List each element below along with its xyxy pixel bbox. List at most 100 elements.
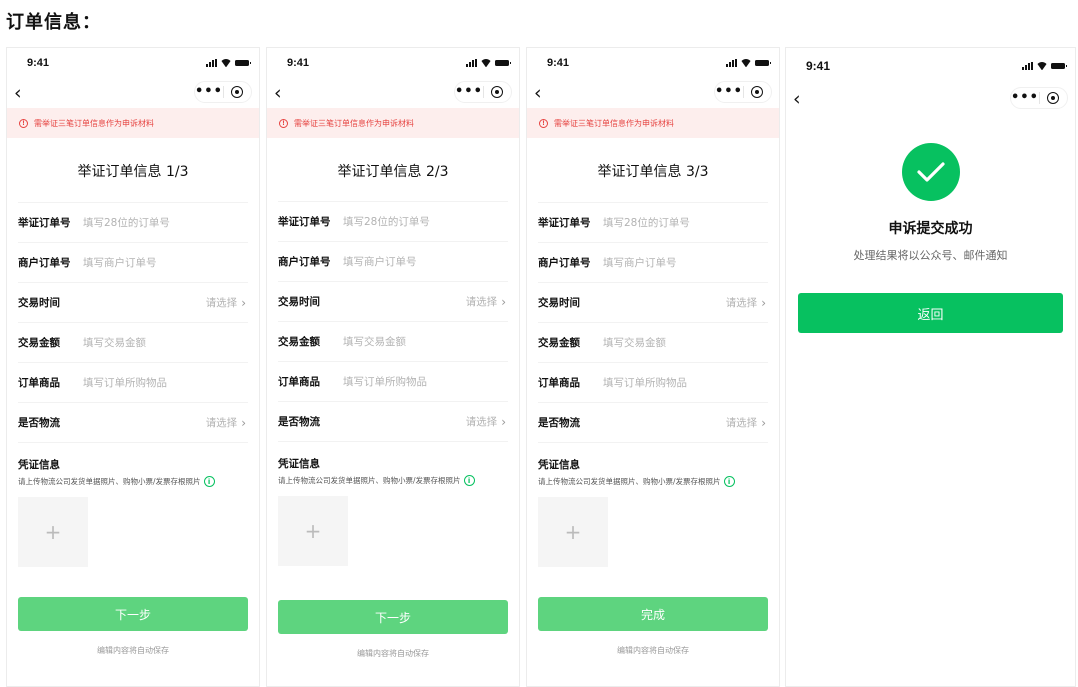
more-icon[interactable]: ••• [195,85,223,99]
field-label: 交易金额 [278,336,320,348]
info-icon[interactable]: i [723,476,735,487]
form-list: 举证订单号 填写28位的订单号 商户订单号 填写商户订单号 交易时间 请选择 › … [7,202,259,579]
text-input[interactable]: 填写交易金额 [83,335,146,350]
upload-button[interactable]: + [538,497,608,567]
field-label: 是否物流 [278,416,320,428]
form-row-select[interactable]: 是否物流 请选择 › [18,402,248,442]
battery-icon [235,60,251,66]
form-row-input: 交易金额 填写交易金额 [18,322,248,362]
notice-text: 需举证三笔订单信息作为申诉材料 [294,118,414,128]
upload-button[interactable]: + [278,496,348,566]
text-input[interactable]: 填写交易金额 [343,334,406,349]
select-trigger[interactable]: 请选择 › [466,414,506,429]
notice-banner: ! 需举证三笔订单信息作为申诉材料 [527,108,779,138]
submit-button[interactable]: 下一步 [278,600,508,634]
form-row-select[interactable]: 交易时间 请选择 › [278,281,508,321]
select-trigger[interactable]: 请选择 › [726,295,766,310]
text-input[interactable]: 填写订单所购物品 [603,375,687,390]
form-row-input: 订单商品 填写订单所购物品 [278,361,508,401]
text-input[interactable]: 填写订单所购物品 [83,375,167,390]
submit-button[interactable]: 完成 [538,597,768,631]
form-list: 举证订单号 填写28位的订单号 商户订单号 填写商户订单号 交易时间 请选择 › … [267,201,519,582]
field-label: 举证订单号 [538,217,591,229]
form-row-input: 商户订单号 填写商户订单号 [18,242,248,282]
more-icon[interactable]: ••• [1011,91,1039,105]
voucher-desc-text: 请上传物流公司发货单据照片、购物小票/发票存根照片 [18,477,201,486]
text-input[interactable]: 填写订单所购物品 [343,374,427,389]
select-trigger[interactable]: 请选择 › [726,415,766,430]
back-icon[interactable]: ‹ [274,84,282,103]
more-icon[interactable]: ••• [715,85,743,99]
select-placeholder: 请选择 [465,416,498,428]
notice-banner: ! 需举证三笔订单信息作为申诉材料 [267,108,519,138]
field-label: 商户订单号 [538,257,591,269]
text-input[interactable]: 填写28位的订单号 [83,215,170,230]
battery-icon [495,60,511,66]
select-trigger[interactable]: 请选择 › [206,415,246,430]
field-label: 举证订单号 [278,216,331,228]
voucher-section: 凭证信息 请上传物流公司发货单据照片、购物小票/发票存根照片 i + [538,442,768,579]
plus-icon: + [564,520,582,544]
warning-icon: ! [279,118,288,128]
back-icon[interactable]: ‹ [14,84,22,103]
text-input[interactable]: 填写28位的订单号 [603,215,690,230]
plus-icon: + [44,520,62,544]
status-bar: 9:41 [7,48,259,78]
form-row-input: 交易金额 填写交易金额 [538,322,768,362]
chevron-right-icon: › [501,414,506,429]
close-target-icon[interactable] [744,86,771,98]
back-icon[interactable]: ‹ [534,84,542,103]
close-target-icon[interactable] [484,86,511,98]
voucher-description: 请上传物流公司发货单据照片、购物小票/发票存根照片 i [278,475,508,486]
form-row-select[interactable]: 交易时间 请选择 › [18,282,248,322]
select-trigger[interactable]: 请选择 › [206,295,246,310]
field-label: 订单商品 [278,376,320,388]
notice-banner: ! 需举证三笔订单信息作为申诉材料 [7,108,259,138]
text-input[interactable]: 填写商户订单号 [603,255,677,270]
success-description: 处理结果将以公众号、邮件通知 [853,249,1008,262]
voucher-description: 请上传物流公司发货单据照片、购物小票/发票存根照片 i [538,476,768,487]
info-icon[interactable]: i [463,475,475,486]
status-bar: 9:41 [267,48,519,78]
close-target-icon[interactable] [224,86,251,98]
phone-success: 9:41 ‹ ••• 申诉提交成功 处理结果将以公众号、邮件通知 返回 [785,47,1076,687]
form-row-select[interactable]: 是否物流 请选择 › [278,401,508,441]
more-icon[interactable]: ••• [455,85,483,99]
text-input[interactable]: 填写28位的订单号 [343,214,430,229]
select-trigger[interactable]: 请选择 › [466,294,506,309]
capsule-menu: ••• [1010,87,1068,109]
page-title: 订单信息： [6,12,101,33]
status-bar: 9:41 [786,48,1075,84]
phone-form-2: 9:41 ‹ ••• ! 需举证三笔订单信息作为申诉材料 举证订单信息 2/3 … [266,47,520,687]
upload-button[interactable]: + [18,497,88,567]
field-label: 是否物流 [18,417,60,429]
text-input[interactable]: 填写交易金额 [603,335,666,350]
text-input[interactable]: 填写商户订单号 [343,254,417,269]
autosave-hint: 编辑内容将自动保存 [357,649,429,658]
wifi-icon [741,59,751,67]
nav-bar: ‹ ••• [7,78,259,108]
text-input[interactable]: 填写商户订单号 [83,255,157,270]
form-row-input: 举证订单号 填写28位的订单号 [18,202,248,242]
return-button[interactable]: 返回 [798,293,1063,333]
field-label: 交易时间 [18,297,60,309]
capsule-menu: ••• [194,81,252,103]
form-row-input: 举证订单号 填写28位的订单号 [278,201,508,241]
close-target-icon[interactable] [1040,92,1067,104]
form-row-input: 举证订单号 填写28位的订单号 [538,202,768,242]
notice-text: 需举证三笔订单信息作为申诉材料 [554,118,674,128]
back-icon[interactable]: ‹ [793,90,801,109]
chevron-right-icon: › [761,415,766,430]
autosave-hint: 编辑内容将自动保存 [617,646,689,655]
voucher-description: 请上传物流公司发货单据照片、购物小票/发票存根照片 i [18,476,248,487]
form-row-select[interactable]: 是否物流 请选择 › [538,402,768,442]
voucher-section: 凭证信息 请上传物流公司发货单据照片、购物小票/发票存根照片 i + [278,441,508,582]
form-row-select[interactable]: 交易时间 请选择 › [538,282,768,322]
status-time: 9:41 [547,57,570,69]
submit-button[interactable]: 下一步 [18,597,248,631]
info-icon[interactable]: i [203,476,215,487]
battery-icon [1051,63,1067,69]
form-row-input: 订单商品 填写订单所购物品 [538,362,768,402]
form-row-input: 商户订单号 填写商户订单号 [278,241,508,281]
chevron-right-icon: › [761,295,766,310]
